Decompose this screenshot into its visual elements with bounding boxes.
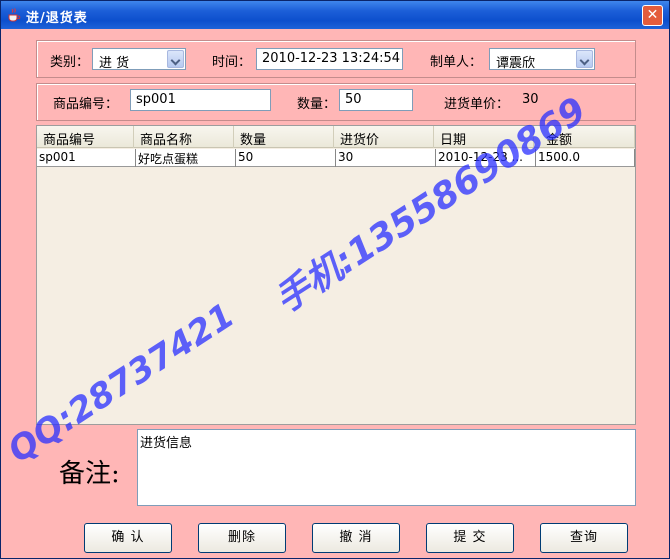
delete-button[interactable]: 删除 bbox=[198, 523, 286, 553]
query-button[interactable]: 查询 bbox=[540, 523, 628, 553]
chevron-down-icon[interactable] bbox=[167, 50, 184, 68]
maker-select[interactable]: 谭震欣 bbox=[489, 48, 595, 71]
product-code-label: 商品编号： bbox=[53, 97, 119, 112]
column-header[interactable]: 数量 bbox=[234, 126, 334, 148]
product-code-field[interactable]: sp001 bbox=[130, 89, 271, 111]
column-header[interactable]: 商品名称 bbox=[134, 126, 234, 148]
maker-label: 制单人： bbox=[430, 55, 483, 70]
remark-label: 备注: bbox=[59, 459, 120, 489]
table-cell[interactable]: 50 bbox=[236, 149, 336, 167]
table-cell[interactable]: 好吃点蛋糕 bbox=[136, 149, 236, 167]
remark-textarea[interactable]: 进货信息 bbox=[137, 429, 636, 506]
column-header[interactable]: 商品编号 bbox=[37, 126, 134, 148]
purchase-return-window: 进/退货表 ✕ 类别： 进 货 时间： 2010-12-23 13:24:54 … bbox=[0, 0, 670, 559]
title-bar[interactable]: 进/退货表 ✕ bbox=[1, 1, 669, 29]
column-header[interactable]: 进货价 bbox=[334, 126, 434, 148]
header-panel: 类别： 进 货 时间： 2010-12-23 13:24:54 制单人： 谭震欣 bbox=[36, 40, 636, 78]
time-label: 时间： bbox=[212, 55, 252, 70]
category-value: 进 货 bbox=[99, 56, 130, 71]
cancel-button[interactable]: 撤 消 bbox=[312, 523, 400, 553]
quantity-field[interactable]: 50 bbox=[339, 89, 413, 111]
unit-price-label: 进货单价： bbox=[444, 97, 510, 112]
submit-button[interactable]: 提 交 bbox=[426, 523, 514, 553]
chevron-down-icon[interactable] bbox=[576, 50, 593, 68]
confirm-button[interactable]: 确 认 bbox=[84, 523, 172, 553]
java-cup-icon bbox=[8, 8, 21, 22]
close-icon: ✕ bbox=[646, 7, 659, 23]
maker-value: 谭震欣 bbox=[496, 56, 536, 71]
window-title: 进/退货表 bbox=[26, 11, 88, 26]
close-button[interactable]: ✕ bbox=[642, 5, 663, 26]
time-field[interactable]: 2010-12-23 13:24:54 bbox=[256, 48, 403, 70]
category-label: 类别： bbox=[50, 55, 90, 70]
category-select[interactable]: 进 货 bbox=[92, 48, 186, 71]
quantity-label: 数量： bbox=[297, 97, 337, 112]
table-cell[interactable]: 30 bbox=[336, 149, 436, 167]
table-cell[interactable]: sp001 bbox=[37, 149, 136, 167]
